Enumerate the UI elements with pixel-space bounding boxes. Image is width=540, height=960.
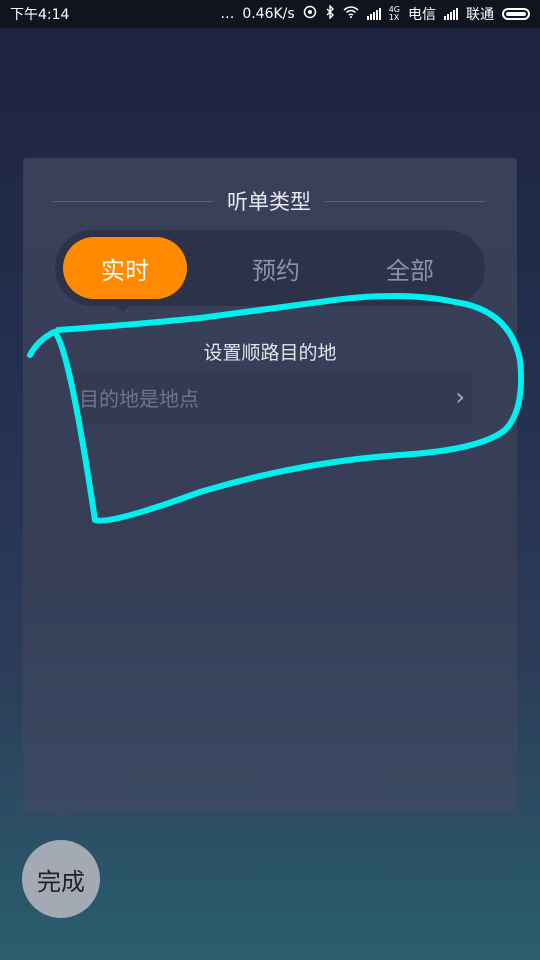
signal-icon [366, 8, 381, 20]
status-time: 下午4:14 [10, 7, 70, 23]
status-right: … 0.46K/s 4G 1X 电信 联通 [220, 4, 530, 24]
destination-selector[interactable]: 目的地是地点 › [75, 370, 473, 424]
network-type: 4G 1X [389, 6, 400, 22]
section-title: 听单类型 [227, 190, 311, 214]
tab-pointer [117, 306, 129, 312]
status-dots: … [220, 6, 235, 22]
done-button[interactable]: 完成 [22, 840, 100, 918]
carrier-1: 电信 [408, 7, 436, 23]
network-1x: 1X [388, 13, 400, 22]
order-type-panel: 听单类型 实时 预约 全部 设置顺路目的地 目的地是地点 › [23, 158, 517, 813]
tab-all[interactable]: 全部 [343, 237, 477, 299]
network-speed: 0.46K/s [242, 6, 295, 22]
panel-tail [53, 812, 69, 820]
bluetooth-icon [325, 4, 335, 23]
carrier-2: 联通 [466, 7, 494, 23]
divider-left [53, 200, 213, 202]
tab-realtime[interactable]: 实时 [63, 237, 187, 299]
divider-right [325, 200, 485, 202]
signal-icon [444, 8, 458, 20]
status-bar: 下午4:14 … 0.46K/s 4G 1X 电信 联通 [0, 0, 540, 28]
destination-title: 设置顺路目的地 [203, 342, 337, 364]
wifi-icon [343, 6, 359, 22]
chevron-right-icon: › [455, 383, 465, 411]
destination-placeholder: 目的地是地点 [79, 386, 199, 411]
order-type-tabs: 实时 预约 全部 [55, 230, 485, 306]
tab-reservation[interactable]: 预约 [209, 237, 343, 299]
hotspot-icon [303, 5, 317, 23]
battery-icon [502, 8, 530, 20]
section-title-row: 听单类型 [53, 186, 485, 216]
